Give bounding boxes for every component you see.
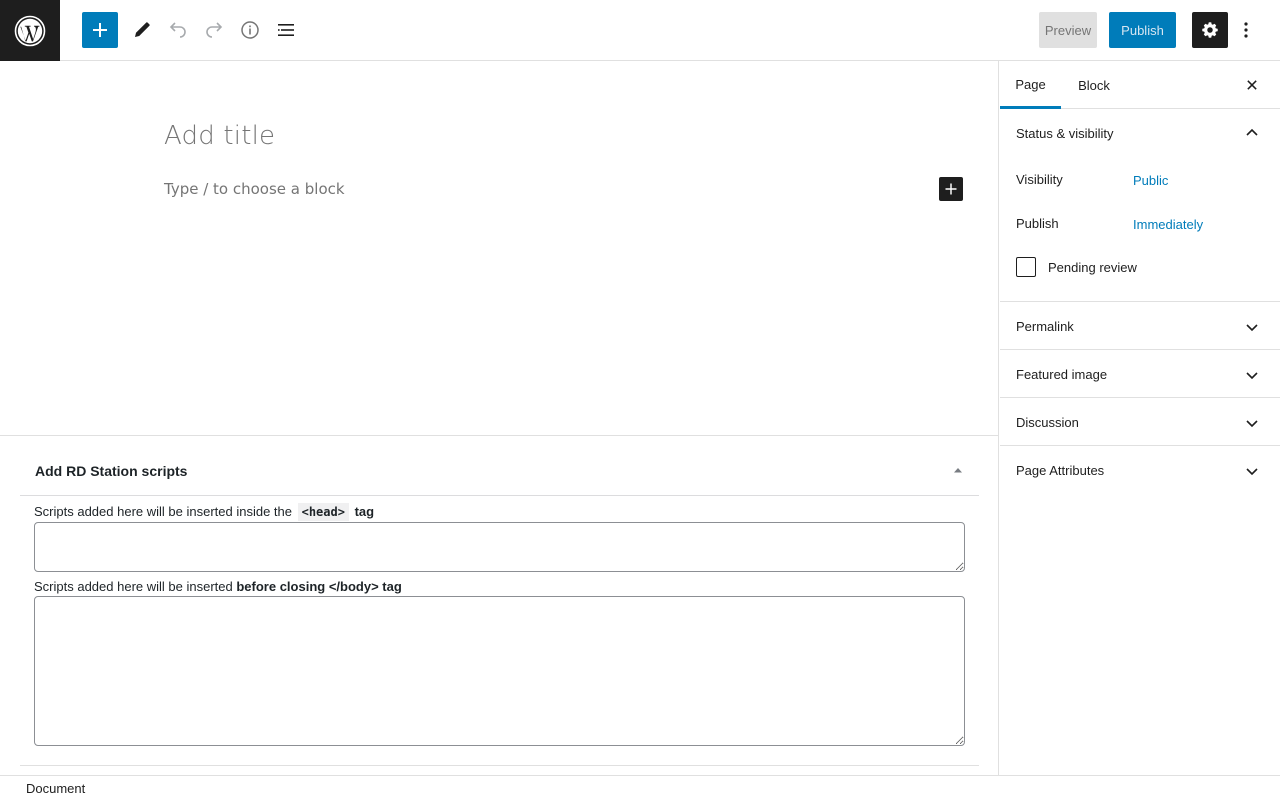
undo-button[interactable] bbox=[160, 12, 196, 48]
title-input[interactable]: Add title bbox=[164, 121, 275, 151]
publish-button[interactable]: Publish bbox=[1109, 12, 1176, 48]
panel-title-permalink: Permalink bbox=[1016, 319, 1074, 334]
close-sidebar-button[interactable] bbox=[1240, 73, 1264, 97]
details-button[interactable] bbox=[232, 12, 268, 48]
options-menu-button[interactable] bbox=[1234, 12, 1258, 48]
settings-button[interactable] bbox=[1192, 12, 1228, 48]
publish-label: Publish bbox=[1016, 216, 1059, 231]
body-scripts-textarea[interactable] bbox=[34, 596, 965, 746]
panel-title-page-attributes: Page Attributes bbox=[1016, 463, 1105, 478]
chevron-down-icon bbox=[1246, 420, 1258, 428]
pending-review-label[interactable]: Pending review bbox=[1048, 260, 1137, 275]
wordpress-logo-button[interactable] bbox=[0, 0, 60, 61]
info-icon bbox=[241, 21, 259, 39]
head-tag-code: <head> bbox=[297, 503, 349, 521]
status-visibility-panel: Status & visibility Visibility Public Pu… bbox=[1000, 109, 1280, 302]
chevron-up-icon[interactable] bbox=[1244, 125, 1260, 141]
block-appender[interactable]: Type / to choose a block bbox=[164, 180, 345, 198]
add-block-button[interactable] bbox=[939, 177, 963, 201]
visibility-label: Visibility bbox=[1016, 172, 1063, 187]
preview-button[interactable]: Preview bbox=[1039, 12, 1097, 48]
editor-footer: Document bbox=[0, 775, 1280, 800]
pencil-icon bbox=[135, 22, 150, 37]
head-label-suffix: tag bbox=[354, 504, 375, 519]
head-label-text: Scripts added here will be inserted insi… bbox=[34, 504, 292, 519]
list-view-button[interactable] bbox=[268, 12, 304, 48]
editor-header: Preview Publish bbox=[0, 0, 1280, 61]
plus-icon bbox=[93, 23, 107, 37]
tools-button[interactable] bbox=[124, 12, 160, 48]
pending-review-checkbox[interactable] bbox=[1016, 257, 1036, 277]
editor-canvas: Add title Type / to choose a block bbox=[0, 61, 999, 435]
caret-up-icon[interactable] bbox=[952, 464, 964, 476]
body-label-bold: before closing </body> tag bbox=[236, 579, 402, 594]
chevron-down-icon bbox=[1246, 324, 1258, 332]
block-inserter-button[interactable] bbox=[82, 12, 118, 48]
visibility-toggle[interactable]: Public bbox=[1133, 173, 1168, 188]
undo-icon bbox=[169, 22, 186, 38]
tab-block[interactable]: Block bbox=[1066, 61, 1122, 109]
chevron-down-icon bbox=[1246, 372, 1258, 380]
gear-icon bbox=[1202, 22, 1218, 38]
redo-icon bbox=[206, 22, 223, 38]
page-attributes-panel[interactable]: Page Attributes bbox=[1000, 446, 1280, 494]
wordpress-icon bbox=[14, 15, 46, 46]
plus-icon bbox=[945, 183, 957, 195]
chevron-down-icon bbox=[1246, 468, 1258, 476]
metabox-header[interactable]: Add RD Station scripts bbox=[20, 436, 979, 496]
breadcrumb[interactable]: Document bbox=[26, 781, 85, 796]
panel-title-discussion: Discussion bbox=[1016, 415, 1079, 430]
publish-date-toggle[interactable]: Immediately bbox=[1133, 217, 1203, 232]
permalink-panel[interactable]: Permalink bbox=[1000, 302, 1280, 350]
featured-image-panel[interactable]: Featured image bbox=[1000, 350, 1280, 398]
body-scripts-label: Scripts added here will be inserted befo… bbox=[34, 579, 402, 594]
redo-button[interactable] bbox=[196, 12, 232, 48]
tab-page[interactable]: Page bbox=[1000, 61, 1061, 109]
rd-station-metabox: Add RD Station scripts Scripts added her… bbox=[20, 436, 979, 766]
list-view-icon bbox=[278, 24, 294, 36]
head-scripts-textarea[interactable] bbox=[34, 522, 965, 572]
body-label-text: Scripts added here will be inserted bbox=[34, 579, 233, 594]
discussion-panel[interactable]: Discussion bbox=[1000, 398, 1280, 446]
metabox-title: Add RD Station scripts bbox=[35, 463, 188, 479]
settings-sidebar: Page Block Status & visibility Visibilit… bbox=[1000, 61, 1280, 775]
meta-boxes-area: Add RD Station scripts Scripts added her… bbox=[0, 435, 999, 775]
panel-title-featured-image: Featured image bbox=[1016, 367, 1108, 382]
more-vertical-icon bbox=[1244, 22, 1248, 38]
close-icon bbox=[1247, 80, 1257, 90]
head-scripts-label: Scripts added here will be inserted insi… bbox=[34, 503, 375, 521]
sidebar-tabs: Page Block bbox=[1000, 61, 1280, 109]
panel-title-status[interactable]: Status & visibility bbox=[1016, 126, 1114, 141]
